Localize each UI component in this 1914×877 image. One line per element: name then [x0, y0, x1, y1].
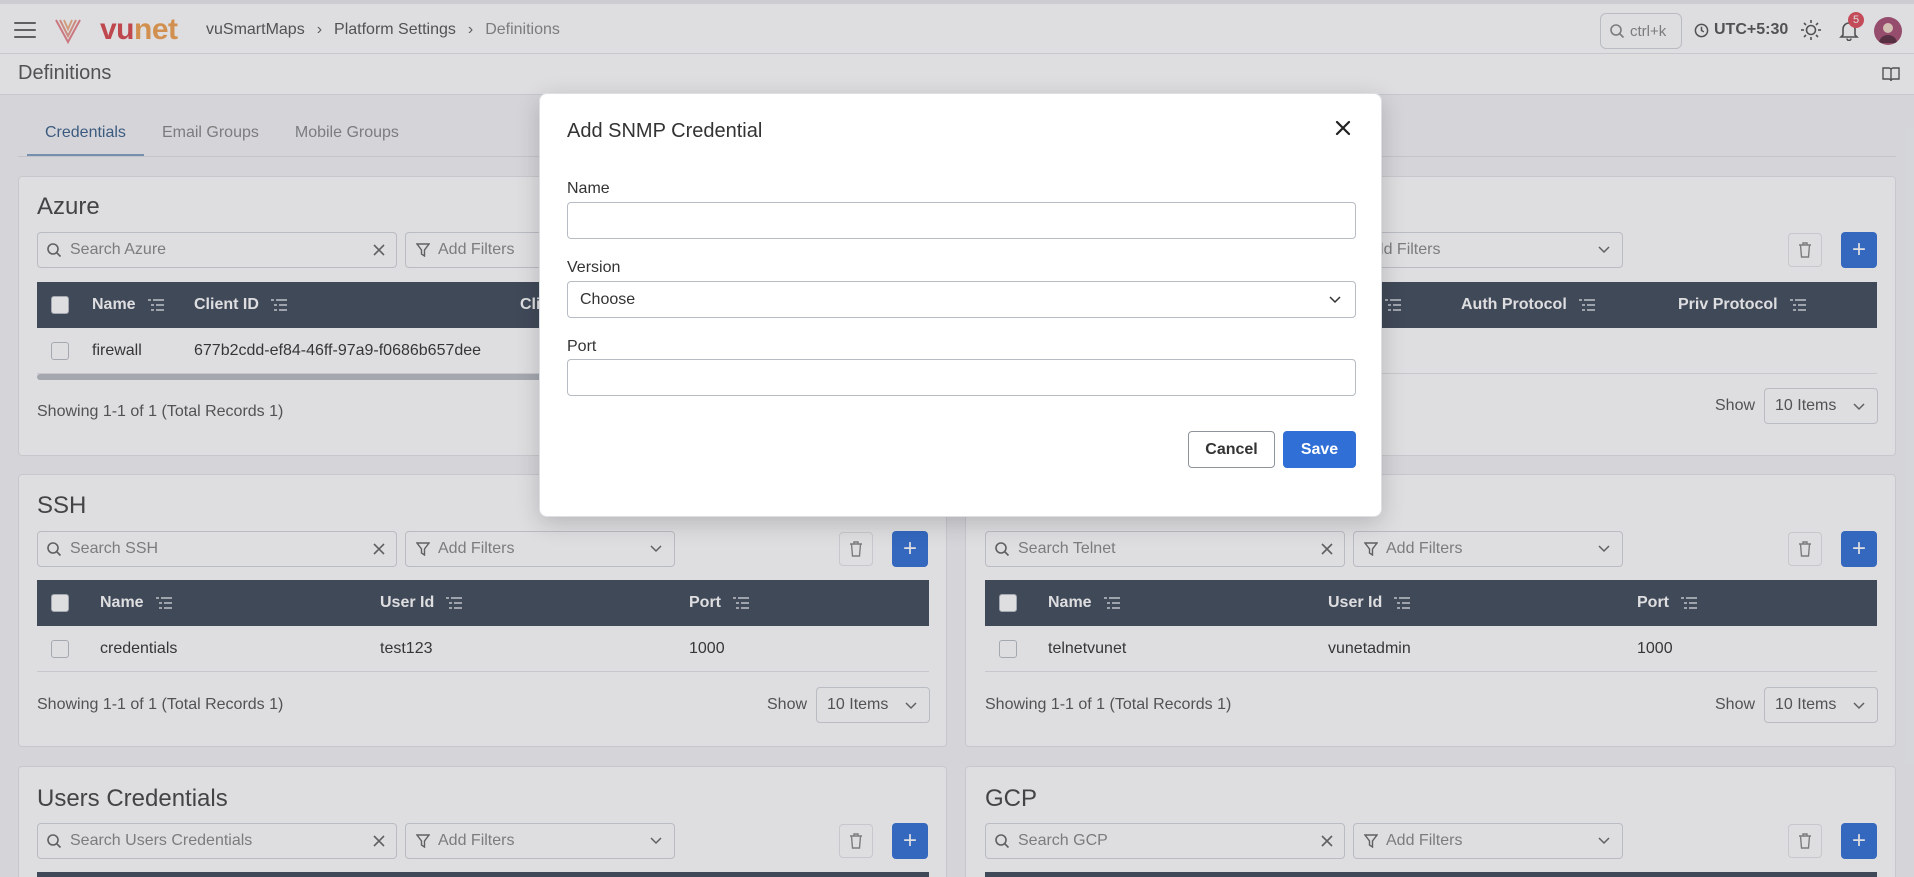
name-label: Name — [567, 180, 610, 197]
version-selected-value: Choose — [580, 290, 636, 308]
add-snmp-credential-dialog: Add SNMP Credential Name Version Choose … — [539, 93, 1382, 517]
version-select[interactable]: Choose — [567, 281, 1356, 318]
close-icon[interactable] — [1331, 116, 1355, 140]
port-field[interactable] — [567, 359, 1356, 396]
version-label: Version — [567, 259, 621, 276]
cancel-button[interactable]: Cancel — [1188, 431, 1275, 468]
dialog-title: Add SNMP Credential — [567, 120, 763, 142]
port-label: Port — [567, 338, 597, 355]
name-field[interactable] — [567, 202, 1356, 239]
save-button[interactable]: Save — [1283, 431, 1356, 468]
chevron-down-icon — [1329, 296, 1341, 304]
